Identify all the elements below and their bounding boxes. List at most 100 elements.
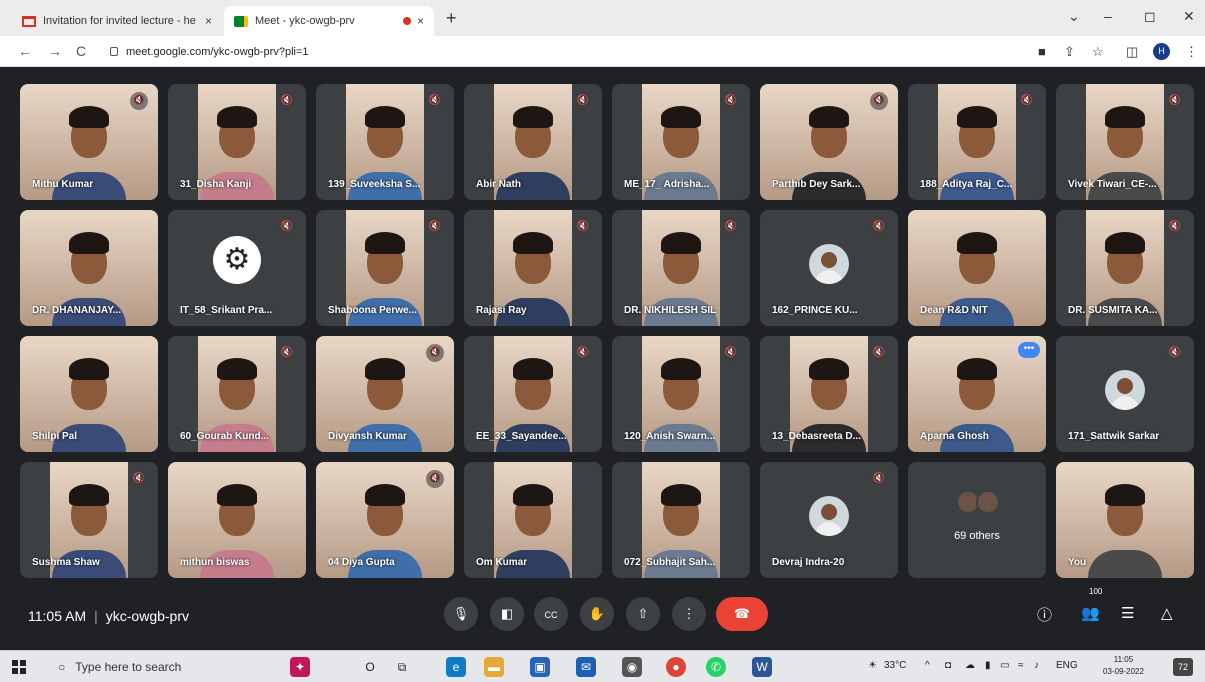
participant-tile[interactable]: Vivek Tiwari_CE-... 🔇 [1056, 84, 1194, 200]
forward-icon[interactable]: → [48, 43, 62, 59]
participant-tile[interactable]: Dean R&D NIT [908, 210, 1046, 326]
participant-tile[interactable]: 04 Diya Gupta 🔇 [316, 462, 454, 578]
info-icon[interactable]: ⓘ [1037, 604, 1052, 625]
chat-icon[interactable]: ☰ [1121, 604, 1134, 622]
participant-tile[interactable]: Rajasi Ray 🔇 [464, 210, 602, 326]
word-icon[interactable]: W [752, 657, 772, 677]
participant-tile[interactable]: Parthib Dey Sark... 🔇 [760, 84, 898, 200]
participant-tile[interactable]: 171_Sattwik Sarkar 🔇 [1056, 336, 1194, 452]
participant-tile[interactable]: ME_17_ Adrisha... 🔇 [612, 84, 750, 200]
participant-tile[interactable]: 60_Gourab Kund... 🔇 [168, 336, 306, 452]
participant-tile[interactable]: 69 others [908, 462, 1046, 578]
weather-temp[interactable]: 33°C [884, 660, 906, 671]
file-explorer-icon[interactable]: ▬ [484, 657, 504, 677]
taskbar-search[interactable]: ○ Type here to search [58, 658, 181, 676]
participant-tile[interactable]: Divyansh Kumar 🔇 [316, 336, 454, 452]
camera-in-use-icon[interactable]: ■ [1038, 44, 1046, 59]
participant-tile[interactable]: 13_Debasreeta D... 🔇 [760, 336, 898, 452]
participant-tile[interactable]: Om Kumar [464, 462, 602, 578]
person-hair [365, 484, 405, 506]
back-icon[interactable]: ← [18, 43, 32, 59]
participant-name: 162_PRINCE KU... [772, 305, 858, 316]
participant-tile[interactable]: 120_Anish Swarn... 🔇 [612, 336, 750, 452]
mic-button[interactable]: 🎙 [444, 597, 478, 631]
meet-tray-icon[interactable]: ◘ [945, 660, 951, 671]
onedrive-icon[interactable]: ☁ [965, 660, 975, 671]
reload-icon[interactable]: C [76, 43, 86, 59]
participant-tile[interactable]: 162_PRINCE KU... 🔇 [760, 210, 898, 326]
profile-avatar[interactable]: H [1153, 43, 1170, 60]
participant-name: 60_Gourab Kund... [180, 431, 269, 442]
participant-tile[interactable]: 31_Disha Kanji 🔇 [168, 84, 306, 200]
participant-tile[interactable]: Shaboona Perwe... 🔇 [316, 210, 454, 326]
clock-date: 03-09-2022 [1103, 667, 1144, 676]
new-tab-button[interactable]: + [446, 8, 457, 29]
bird-widget-icon[interactable]: ✦ [290, 657, 310, 677]
activities-icon[interactable]: △ [1161, 604, 1173, 622]
captions-button[interactable]: CC [534, 597, 568, 631]
end-call-button[interactable]: ☎ [716, 597, 768, 631]
participant-tile[interactable]: Shilpi Pal [20, 336, 158, 452]
participant-tile[interactable]: Abir Nath 🔇 [464, 84, 602, 200]
notification-center-icon[interactable]: 72 [1173, 658, 1193, 676]
tab-gmail[interactable]: Invitation for invited lecture - he × [12, 6, 222, 36]
volume-icon[interactable]: ♪ [1034, 660, 1039, 671]
chrome-icon[interactable]: ● [666, 657, 686, 677]
camera-app-icon[interactable]: ◉ [622, 657, 642, 677]
tab-meet[interactable]: Meet - ykc-owgb-prv × [224, 6, 434, 36]
whatsapp-icon[interactable]: ✆ [706, 657, 726, 677]
windows-start-icon[interactable] [12, 660, 26, 674]
side-panel-icon[interactable]: ◫ [1126, 44, 1138, 60]
participant-tile[interactable]: 188_Aditya Raj_C... 🔇 [908, 84, 1046, 200]
participant-tile[interactable]: DR. NIKHILESH SIL 🔇 [612, 210, 750, 326]
participant-tile[interactable]: Sushma Shaw 🔇 [20, 462, 158, 578]
participant-tile[interactable]: DR. SUSMITA KA... 🔇 [1056, 210, 1194, 326]
participant-tile[interactable]: Aparna Ghosh ••• [908, 336, 1046, 452]
participant-tile[interactable]: 072_Subhajit Sah... [612, 462, 750, 578]
close-window-button[interactable]: ✕ [1183, 8, 1195, 25]
tab-close-icon[interactable]: × [205, 14, 212, 28]
more-options-icon[interactable]: ••• [1018, 342, 1040, 358]
mail-icon[interactable]: ✉ [576, 657, 596, 677]
person-hair [513, 484, 553, 506]
participant-tile[interactable]: Devraj Indra-20 🔇 [760, 462, 898, 578]
participant-tile[interactable]: DR. DHANANJAY... [20, 210, 158, 326]
store-icon[interactable]: ▣ [530, 657, 550, 677]
edge-icon[interactable]: e [446, 657, 466, 677]
clock-time: 11:05 [1113, 655, 1134, 664]
participant-name: EE_33_Sayandee... [476, 431, 567, 442]
tab-close-icon[interactable]: × [417, 14, 424, 28]
participant-count: 100 [1089, 587, 1103, 596]
camera-button[interactable]: ◧ [490, 597, 524, 631]
tray-expand-icon[interactable]: ^ [925, 660, 930, 671]
participant-tile[interactable]: You [1056, 462, 1194, 578]
participant-tile[interactable]: mithun biswas [168, 462, 306, 578]
bookmark-star-icon[interactable]: ☆ [1092, 44, 1104, 60]
participant-tile[interactable]: ⚙ IT_58_Srikant Pra... 🔇 [168, 210, 306, 326]
taskbar-clock[interactable]: 11:05 03-09-2022 [1103, 654, 1144, 678]
share-icon[interactable]: ⇪ [1064, 44, 1075, 60]
others-avatars [956, 490, 1002, 514]
more-options-button[interactable]: ⋮ [672, 597, 706, 631]
battery-icon[interactable]: ▭ [1000, 660, 1009, 671]
tab-search-button[interactable]: ⌄ [1068, 8, 1080, 25]
people-icon[interactable]: 👥 [1081, 604, 1100, 622]
task-view-icon[interactable]: ⧉ [392, 657, 412, 677]
person-hair [217, 106, 257, 128]
maximize-button[interactable]: ◻ [1144, 8, 1156, 25]
present-button[interactable]: ⇧ [626, 597, 660, 631]
wifi-icon[interactable]: ≈ [1018, 660, 1024, 671]
participant-tile[interactable]: 139_Suveeksha S... 🔇 [316, 84, 454, 200]
url-field[interactable]: meet.google.com/ykc-owgb-prv?pli=1 [110, 41, 1010, 62]
microphone-tray-icon[interactable]: ▮ [985, 660, 991, 671]
minimize-button[interactable]: – [1104, 8, 1112, 24]
browser-menu-icon[interactable]: ⋮ [1185, 44, 1198, 60]
participant-tile[interactable]: EE_33_Sayandee... 🔇 [464, 336, 602, 452]
raise-hand-button[interactable]: ✋ [580, 597, 614, 631]
input-language[interactable]: ENG [1056, 660, 1078, 671]
participant-tile[interactable]: Mithu Kumar 🔇 [20, 84, 158, 200]
weather-icon[interactable]: ☀ [868, 660, 877, 671]
cortana-icon[interactable]: O [360, 657, 380, 677]
lock-icon [110, 47, 118, 56]
person-hair [1105, 232, 1145, 254]
